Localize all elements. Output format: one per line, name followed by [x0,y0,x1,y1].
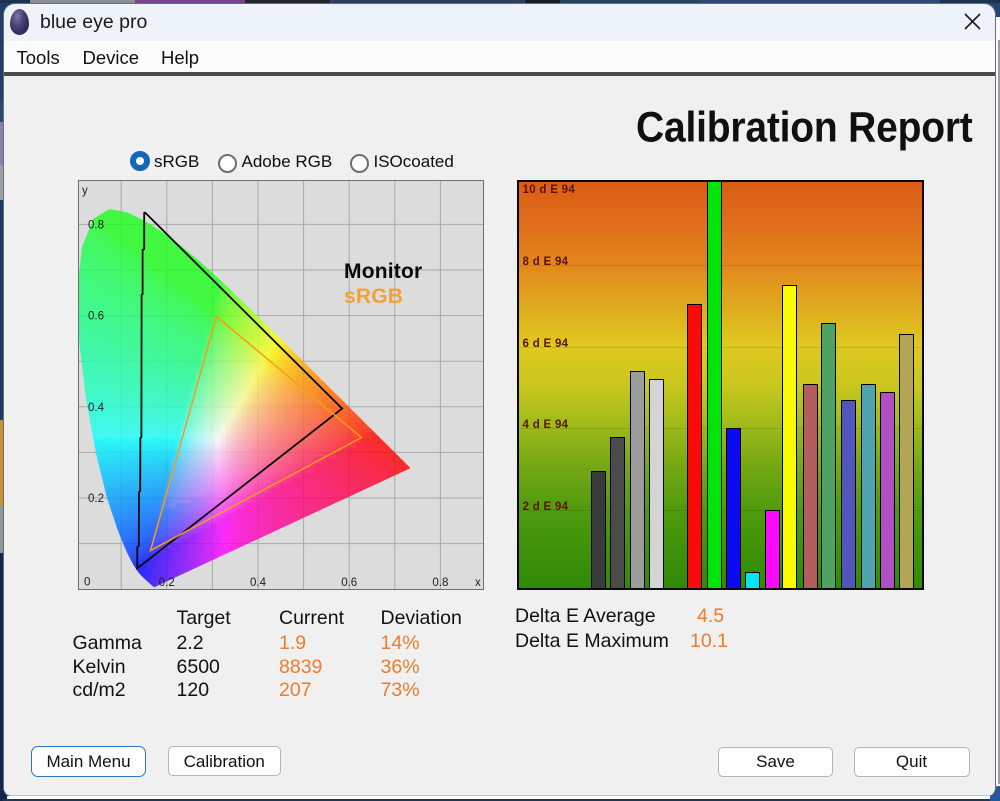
svg-text:sRGB: sRGB [344,285,403,308]
svg-text:0.4: 0.4 [88,402,105,414]
svg-text:y: y [82,185,88,197]
svg-text:0.4: 0.4 [250,577,267,589]
svg-text:0.2: 0.2 [88,493,104,505]
svg-text:0: 0 [84,577,90,589]
svg-text:0.2: 0.2 [159,577,175,589]
svg-text:0.8: 0.8 [88,219,104,231]
svg-text:Monitor: Monitor [344,260,422,283]
svg-text:0.6: 0.6 [88,311,104,323]
svg-text:0.8: 0.8 [432,577,448,589]
svg-text:0.6: 0.6 [341,577,357,589]
svg-text:x: x [475,577,481,589]
